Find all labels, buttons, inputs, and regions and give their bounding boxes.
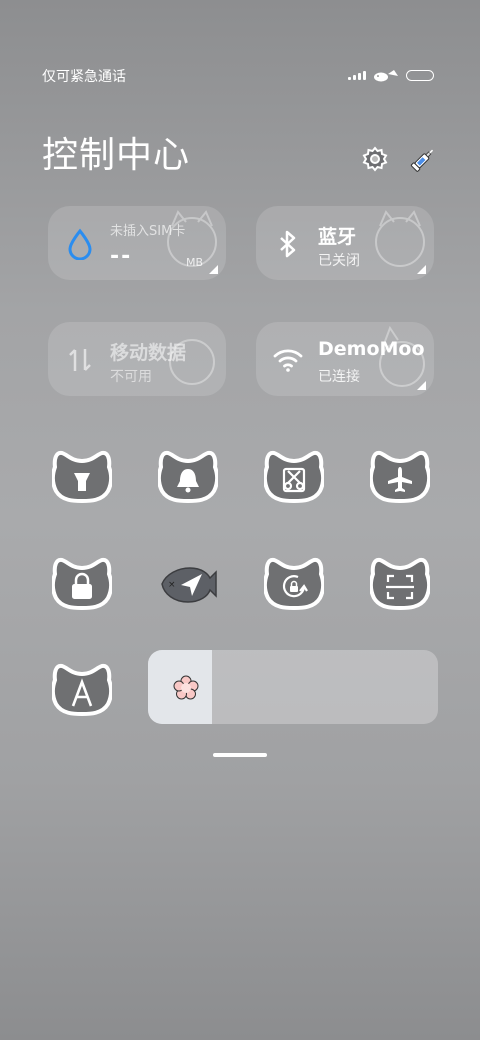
expand-corner-icon <box>417 381 426 390</box>
bluetooth-status: 已关闭 <box>318 253 360 269</box>
scan-icon <box>368 557 432 611</box>
location-toggle[interactable]: × <box>158 556 218 610</box>
mobile-data-tile[interactable]: 移动数据 不可用 <box>48 322 226 396</box>
data-usage-unit: MB <box>186 256 204 269</box>
page-title: 控制中心 <box>42 135 191 176</box>
expand-corner-icon <box>209 265 218 274</box>
gear-icon[interactable] <box>360 144 390 174</box>
syringe-icon[interactable] <box>408 144 438 174</box>
wifi-icon <box>272 344 304 376</box>
letter-a-icon <box>50 663 114 717</box>
flower-icon <box>173 675 199 700</box>
screenshot-toggle[interactable] <box>262 449 326 504</box>
water-drop-icon <box>64 228 96 260</box>
drag-handle[interactable] <box>213 753 267 757</box>
status-icons <box>348 68 434 82</box>
location-arrow-icon: × <box>161 567 217 603</box>
lock-screen-toggle[interactable] <box>50 556 114 611</box>
auto-rotate-toggle[interactable] <box>262 556 326 611</box>
bluetooth-title: 蓝牙 <box>318 226 357 248</box>
scanner-toggle[interactable] <box>368 556 432 611</box>
wifi-tile[interactable]: DemoMoo 已连接 <box>256 322 434 396</box>
status-carrier-text: 仅可紧急通话 <box>42 69 126 85</box>
svg-text:×: × <box>168 580 176 590</box>
lock-icon <box>50 557 114 611</box>
scissors-icon <box>262 450 326 504</box>
data-arrows-icon <box>64 344 96 376</box>
airplane-icon <box>368 450 432 504</box>
wifi-status: 已连接 <box>318 369 360 385</box>
cat-mascot-icon <box>374 70 398 82</box>
mobile-data-title: 移动数据 <box>110 342 187 364</box>
sim-status-label: 未插入SIM卡 <box>110 224 186 239</box>
bluetooth-icon <box>272 228 304 260</box>
battery-icon <box>406 69 434 81</box>
signal-icon <box>348 70 366 80</box>
bell-icon <box>156 450 220 504</box>
rotate-lock-icon <box>262 557 326 611</box>
font-size-toggle[interactable] <box>50 662 114 717</box>
flashlight-toggle[interactable] <box>50 449 114 504</box>
data-usage-value: -- <box>110 244 133 269</box>
wifi-network-name: DemoMoo <box>318 338 425 360</box>
expand-corner-icon <box>417 265 426 274</box>
mobile-data-status: 不可用 <box>110 369 152 385</box>
bluetooth-tile[interactable]: 蓝牙 已关闭 <box>256 206 434 280</box>
flashlight-icon <box>50 450 114 504</box>
brightness-slider[interactable] <box>148 650 438 724</box>
airplane-mode-toggle[interactable] <box>368 449 432 504</box>
data-usage-tile[interactable]: 未插入SIM卡 -- MB <box>48 206 226 280</box>
sound-toggle[interactable] <box>156 449 220 504</box>
